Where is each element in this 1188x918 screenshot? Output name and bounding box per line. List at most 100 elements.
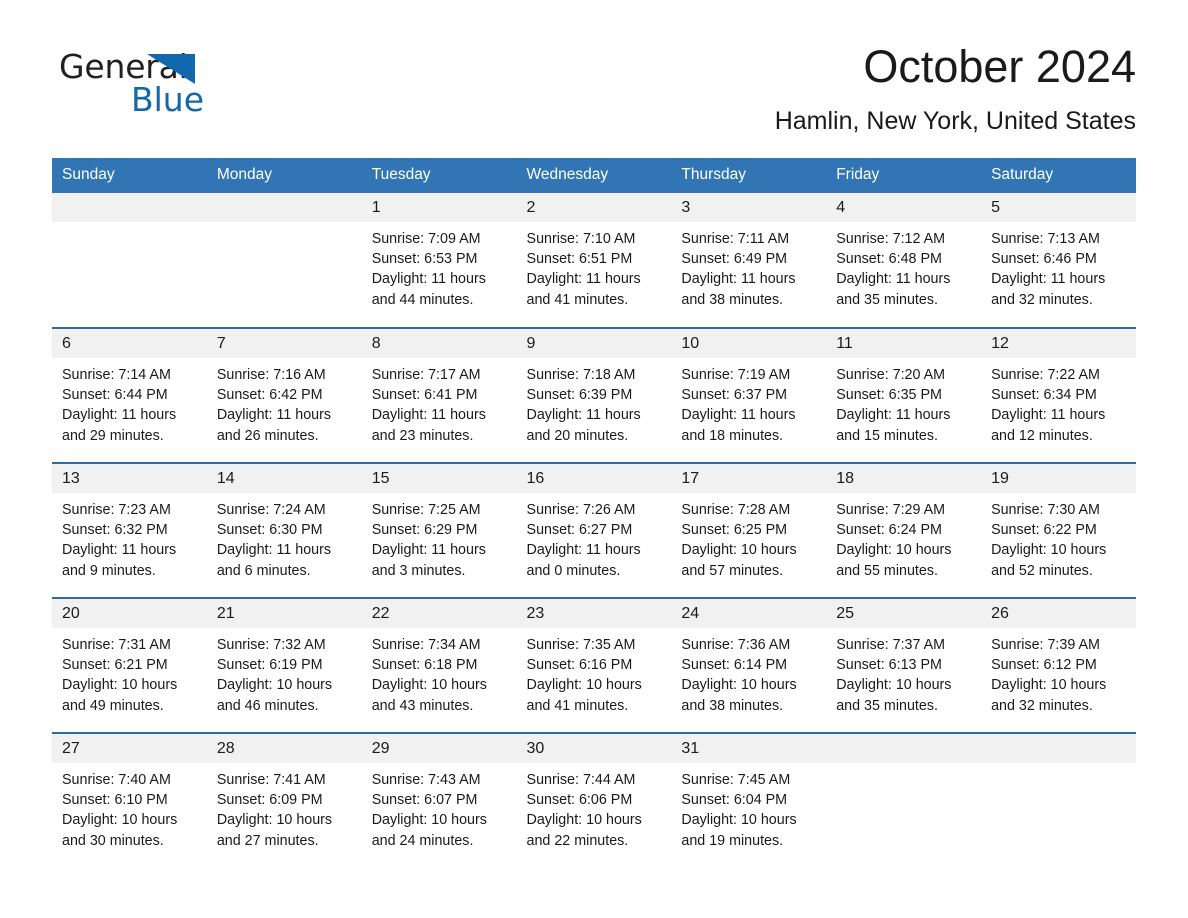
calendar-week-row: 27 Sunrise: 7:40 AM Sunset: 6:10 PM Dayligh… <box>52 733 1136 868</box>
daylight-duration-line1: Daylight: 10 hours <box>62 677 178 694</box>
daylight-duration-line1: Daylight: 10 hours <box>62 812 178 829</box>
day-number: 13 <box>52 464 207 493</box>
weekday-header-thursday: Thursday <box>671 158 827 193</box>
calendar-day-cell[interactable]: 26 Sunrise: 7:39 AM Sunset: 6:12 PM Dayligh… <box>981 598 1136 733</box>
daylight-duration-line2: and 35 minutes. <box>836 291 938 308</box>
calendar-day-cell[interactable]: 1 Sunrise: 7:09 AM Sunset: 6:53 PM Daylight… <box>361 193 517 328</box>
daylight-duration-line1: Daylight: 11 hours <box>371 271 486 288</box>
day-number: 10 <box>671 329 827 358</box>
calendar-day-cell[interactable]: 9 Sunrise: 7:18 AM Sunset: 6:39 PM Daylight… <box>516 328 672 463</box>
daylight-duration-line1: Daylight: 11 hours <box>62 407 177 424</box>
day-details: Sunrise: 7:44 AM Sunset: 6:06 PM Daylight:… <box>517 763 672 851</box>
sunset-time: Sunset: 6:07 PM <box>371 792 478 809</box>
calendar-day-cell[interactable]: 28 Sunrise: 7:41 AM Sunset: 6:09 PM Dayligh… <box>206 733 362 868</box>
daylight-duration-line2: and 46 minutes. <box>216 697 319 714</box>
calendar-day-cell[interactable]: 18 Sunrise: 7:29 AM Sunset: 6:24 PM Dayligh… <box>826 463 982 598</box>
sunrise-time: Sunrise: 7:14 AM <box>62 367 171 383</box>
day-number: 22 <box>361 599 517 628</box>
calendar-day-cell[interactable]: 23 Sunrise: 7:35 AM Sunset: 6:16 PM Dayligh… <box>516 598 672 733</box>
day-details: Sunrise: 7:17 AM Sunset: 6:41 PM Daylight:… <box>362 358 517 446</box>
sunrise-time: Sunrise: 7:22 AM <box>991 367 1100 383</box>
daylight-duration-line2: and 24 minutes. <box>371 832 474 849</box>
calendar-day-cell[interactable]: 14 Sunrise: 7:24 AM Sunset: 6:30 PM Dayligh… <box>206 463 362 598</box>
calendar-day-cell[interactable]: 15 Sunrise: 7:25 AM Sunset: 6:29 PM Dayligh… <box>361 463 517 598</box>
calendar-day-cell[interactable]: 20 Sunrise: 7:31 AM Sunset: 6:21 PM Dayligh… <box>52 598 207 733</box>
day-number: 7 <box>206 329 362 358</box>
day-number: 12 <box>981 329 1136 358</box>
page-title: October 2024 <box>863 41 1136 92</box>
daylight-duration-line2: and 3 minutes. <box>371 562 466 579</box>
weekday-header-tuesday: Tuesday <box>361 158 517 193</box>
daylight-duration-line1: Daylight: 10 hours <box>216 677 333 694</box>
day-details: Sunrise: 7:12 AM Sunset: 6:48 PM Daylight:… <box>826 222 981 310</box>
calendar-day-cell[interactable]: 2 Sunrise: 7:10 AM Sunset: 6:51 PM Daylight… <box>516 193 672 328</box>
sunrise-time: Sunrise: 7:24 AM <box>216 502 326 518</box>
calendar-day-cell[interactable]: 6 Sunrise: 7:14 AM Sunset: 6:44 PM Daylight… <box>52 328 207 463</box>
daylight-duration-line2: and 6 minutes. <box>216 562 311 579</box>
daylight-duration-line1: Daylight: 10 hours <box>681 542 797 559</box>
sunrise-time: Sunrise: 7:36 AM <box>681 637 791 653</box>
daylight-duration-line2: and 49 minutes. <box>62 697 164 714</box>
sunset-time: Sunset: 6:24 PM <box>836 522 942 539</box>
sunset-time: Sunset: 6:48 PM <box>836 251 942 268</box>
day-number: 23 <box>516 599 672 628</box>
calendar-day-cell[interactable]: 22 Sunrise: 7:34 AM Sunset: 6:18 PM Dayligh… <box>361 598 517 733</box>
calendar-day-cell-empty <box>826 733 982 868</box>
calendar-day-cell[interactable]: 10 Sunrise: 7:19 AM Sunset: 6:37 PM Dayligh… <box>671 328 827 463</box>
calendar-day-cell[interactable]: 5 Sunrise: 7:13 AM Sunset: 6:46 PM Daylight… <box>981 193 1136 328</box>
sunset-time: Sunset: 6:42 PM <box>216 387 323 404</box>
calendar-day-cell[interactable]: 12 Sunrise: 7:22 AM Sunset: 6:34 PM Dayligh… <box>981 328 1136 463</box>
sunset-time: Sunset: 6:32 PM <box>62 522 168 539</box>
calendar-day-cell[interactable]: 30 Sunrise: 7:44 AM Sunset: 6:06 PM Dayligh… <box>516 733 672 868</box>
general-blue-logo[interactable]: General Blue <box>59 50 259 120</box>
calendar-day-cell[interactable]: 27 Sunrise: 7:40 AM Sunset: 6:10 PM Dayligh… <box>52 733 207 868</box>
calendar-day-cell[interactable]: 16 Sunrise: 7:26 AM Sunset: 6:27 PM Dayligh… <box>516 463 672 598</box>
daylight-duration-line2: and 32 minutes. <box>991 697 1093 714</box>
sunrise-time: Sunrise: 7:29 AM <box>836 502 946 518</box>
daylight-duration-line1: Daylight: 11 hours <box>681 407 796 424</box>
calendar-day-cell[interactable]: 21 Sunrise: 7:32 AM Sunset: 6:19 PM Dayligh… <box>206 598 362 733</box>
sunset-time: Sunset: 6:12 PM <box>991 657 1097 674</box>
day-details: Sunrise: 7:13 AM Sunset: 6:46 PM Daylight:… <box>981 222 1136 310</box>
daylight-duration-line1: Daylight: 11 hours <box>371 407 486 424</box>
sunset-time: Sunset: 6:25 PM <box>681 522 788 539</box>
daylight-duration-line1: Daylight: 11 hours <box>216 542 332 559</box>
calendar-day-cell[interactable]: 3 Sunrise: 7:11 AM Sunset: 6:49 PM Daylight… <box>671 193 827 328</box>
daylight-duration-line2: and 52 minutes. <box>991 562 1093 579</box>
calendar-page: General Blue October 2024 Hamlin, New Yo… <box>0 0 1188 918</box>
calendar-day-cell[interactable]: 4 Sunrise: 7:12 AM Sunset: 6:48 PM Daylight… <box>826 193 982 328</box>
sunrise-time: Sunrise: 7:09 AM <box>371 231 481 247</box>
daylight-duration-line1: Daylight: 11 hours <box>836 271 951 288</box>
day-number <box>52 193 207 222</box>
calendar-day-cell[interactable]: 19 Sunrise: 7:30 AM Sunset: 6:22 PM Dayligh… <box>981 463 1136 598</box>
calendar-week-row: 20 Sunrise: 7:31 AM Sunset: 6:21 PM Dayligh… <box>52 598 1136 733</box>
sunrise-time: Sunrise: 7:43 AM <box>371 772 481 788</box>
weekday-header-wednesday: Wednesday <box>516 158 672 193</box>
calendar-day-cell[interactable]: 29 Sunrise: 7:43 AM Sunset: 6:07 PM Dayligh… <box>361 733 517 868</box>
daylight-duration-line1: Daylight: 10 hours <box>371 812 487 829</box>
day-details: Sunrise: 7:10 AM Sunset: 6:51 PM Daylight:… <box>517 222 672 310</box>
calendar-day-cell[interactable]: 8 Sunrise: 7:17 AM Sunset: 6:41 PM Daylight… <box>361 328 517 463</box>
calendar-day-cell[interactable]: 31 Sunrise: 7:45 AM Sunset: 6:04 PM Dayligh… <box>671 733 827 868</box>
daylight-duration-line1: Daylight: 10 hours <box>216 812 333 829</box>
sunset-time: Sunset: 6:53 PM <box>371 251 478 268</box>
calendar-day-cell[interactable]: 13 Sunrise: 7:23 AM Sunset: 6:32 PM Dayligh… <box>52 463 207 598</box>
sunrise-time: Sunrise: 7:45 AM <box>681 772 791 788</box>
calendar-day-cell[interactable]: 7 Sunrise: 7:16 AM Sunset: 6:42 PM Daylight… <box>206 328 362 463</box>
day-details: Sunrise: 7:23 AM Sunset: 6:32 PM Daylight:… <box>52 493 207 581</box>
sunrise-time: Sunrise: 7:41 AM <box>216 772 326 788</box>
sunset-time: Sunset: 6:39 PM <box>526 387 633 404</box>
day-number: 17 <box>671 464 827 493</box>
calendar-day-cell[interactable]: 25 Sunrise: 7:37 AM Sunset: 6:13 PM Dayligh… <box>826 598 982 733</box>
sunset-time: Sunset: 6:35 PM <box>836 387 942 404</box>
daylight-duration-line1: Daylight: 11 hours <box>836 407 951 424</box>
sunset-time: Sunset: 6:21 PM <box>62 657 168 674</box>
calendar-day-cell[interactable]: 11 Sunrise: 7:20 AM Sunset: 6:35 PM Dayligh… <box>826 328 982 463</box>
sunrise-time: Sunrise: 7:23 AM <box>62 502 171 518</box>
calendar-day-cell[interactable]: 24 Sunrise: 7:36 AM Sunset: 6:14 PM Dayligh… <box>671 598 827 733</box>
sunset-time: Sunset: 6:46 PM <box>991 251 1097 268</box>
sunrise-time: Sunrise: 7:44 AM <box>526 772 636 788</box>
day-details: Sunrise: 7:22 AM Sunset: 6:34 PM Daylight:… <box>981 358 1136 446</box>
sunrise-time: Sunrise: 7:32 AM <box>216 637 326 653</box>
calendar-day-cell[interactable]: 17 Sunrise: 7:28 AM Sunset: 6:25 PM Dayligh… <box>671 463 827 598</box>
